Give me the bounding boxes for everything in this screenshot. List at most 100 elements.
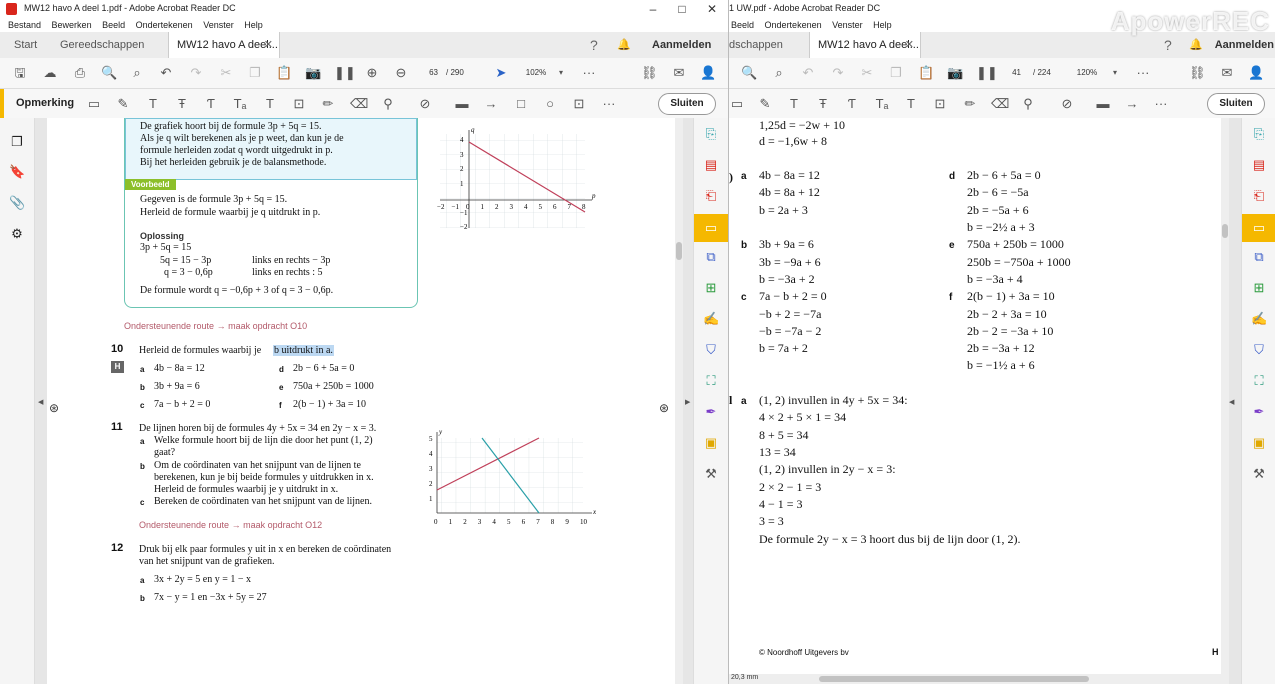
snapshot-icon[interactable]: 📷 bbox=[305, 65, 321, 81]
redo-icon[interactable]: ↷ bbox=[830, 65, 846, 81]
share-link-icon[interactable]: ⛓ bbox=[1189, 65, 1206, 81]
fill-sign-icon[interactable]: ✍ bbox=[1251, 311, 1267, 327]
more-icon[interactable]: ··· bbox=[601, 96, 617, 112]
chevron-down-icon[interactable]: ▾ bbox=[1107, 65, 1123, 81]
minimize-icon[interactable]: – bbox=[638, 0, 668, 18]
prev-page-icon[interactable]: ⊕ bbox=[364, 65, 380, 81]
insert-text-icon[interactable]: Tₐ bbox=[874, 96, 890, 112]
menu-help[interactable]: Help bbox=[244, 18, 263, 32]
highlight-icon[interactable]: ✎ bbox=[757, 96, 773, 112]
tab-document[interactable]: MW12 havo A deel... ✕ bbox=[168, 32, 280, 58]
circle-icon[interactable]: ○ bbox=[542, 96, 558, 112]
read-mode-icon[interactable]: ❚❚ bbox=[334, 65, 356, 81]
tab-start[interactable]: Start bbox=[14, 32, 37, 58]
bell-icon[interactable]: 🔔 bbox=[617, 32, 631, 58]
stamp-icon[interactable]: ⚲ bbox=[1020, 96, 1036, 112]
cut-icon[interactable]: ✂ bbox=[859, 65, 875, 81]
chevron-down-icon[interactable]: ▾ bbox=[553, 65, 569, 81]
create-pdf-icon[interactable]: ▤ bbox=[1251, 157, 1267, 173]
protect-icon[interactable]: ⛉ bbox=[1251, 342, 1267, 358]
send-sign-icon[interactable]: ✒ bbox=[703, 404, 719, 420]
collapse-right-icon[interactable]: ◀ bbox=[1229, 398, 1234, 406]
more-icon[interactable]: ··· bbox=[581, 65, 597, 81]
mail-icon[interactable]: ✉ bbox=[1219, 65, 1235, 81]
menu-ondertekenen[interactable]: Ondertekenen bbox=[765, 18, 822, 32]
fill-sign-icon[interactable]: ✍ bbox=[703, 311, 719, 327]
hscroll-thumb[interactable] bbox=[819, 676, 1089, 682]
tab-document[interactable]: MW12 havo A deel... ✕ bbox=[809, 32, 921, 58]
sticky-note-icon[interactable]: ▭ bbox=[729, 96, 745, 112]
undo-icon[interactable]: ↶ bbox=[158, 65, 174, 81]
line-icon[interactable]: ▬ bbox=[1095, 96, 1111, 112]
clipboard-icon[interactable]: 📋 bbox=[918, 65, 934, 81]
clipboard-icon[interactable]: 📋 bbox=[276, 65, 292, 81]
more-tools-icon[interactable]: ⚒ bbox=[1251, 466, 1267, 482]
send-sign-icon[interactable]: ✒ bbox=[1251, 404, 1267, 420]
next-page-icon[interactable]: ⊖ bbox=[393, 65, 409, 81]
help-icon[interactable]: ? bbox=[590, 32, 598, 58]
more-tools-icon[interactable]: ⚒ bbox=[703, 466, 719, 482]
vertical-scrollbar[interactable] bbox=[1221, 118, 1229, 684]
menu-help[interactable]: Help bbox=[873, 18, 892, 32]
pages-icon[interactable]: ❐ bbox=[9, 134, 25, 150]
pencil-icon[interactable]: ✏ bbox=[962, 96, 978, 112]
organize-pages-icon[interactable]: ⊞ bbox=[703, 280, 719, 296]
edit-pdf-icon[interactable]: ⎗ bbox=[1251, 188, 1267, 204]
replace-text-icon[interactable]: Ƭ bbox=[844, 96, 860, 112]
strikethrough-icon[interactable]: Ŧ bbox=[815, 96, 831, 112]
tab-close-icon[interactable]: ✕ bbox=[905, 32, 914, 58]
arrow-icon[interactable]: → bbox=[1124, 96, 1140, 112]
certificate-icon[interactable]: ▣ bbox=[1251, 435, 1267, 451]
strikethrough-icon[interactable]: Ŧ bbox=[174, 96, 190, 112]
collapse-left-icon[interactable]: ◀ bbox=[38, 398, 43, 406]
shape-more-icon[interactable]: ⊡ bbox=[571, 96, 587, 112]
close-icon[interactable]: ✕ bbox=[697, 0, 727, 18]
menu-beeld[interactable]: Beeld bbox=[102, 18, 125, 32]
snapshot-icon[interactable]: 📷 bbox=[947, 65, 963, 81]
scrollbar-thumb[interactable] bbox=[1222, 224, 1228, 238]
eraser-icon[interactable]: ⌫ bbox=[991, 96, 1009, 112]
search-icon[interactable]: 🔍 bbox=[741, 65, 757, 81]
horizontal-scrollbar[interactable]: 20,3 mm bbox=[729, 674, 1221, 684]
scan-icon[interactable]: ⛶ bbox=[703, 373, 719, 389]
menu-venster[interactable]: Venster bbox=[832, 18, 863, 32]
tab-tools[interactable]: dschappen bbox=[729, 32, 783, 58]
zoom-select[interactable]: 102% bbox=[522, 66, 550, 80]
create-pdf-icon[interactable]: ▤ bbox=[703, 157, 719, 173]
combine-files-icon[interactable]: ⧉ bbox=[1251, 249, 1267, 265]
maximize-icon[interactable]: □ bbox=[667, 0, 697, 18]
close-comment-button[interactable]: Sluiten bbox=[1207, 93, 1265, 115]
pencil-icon[interactable]: ✏ bbox=[320, 96, 336, 112]
insert-text-icon[interactable]: Tₐ bbox=[232, 96, 248, 112]
mail-icon[interactable]: ✉ bbox=[671, 65, 687, 81]
stamp-icon[interactable]: ⚲ bbox=[380, 96, 396, 112]
find-page-icon[interactable]: ⌕ bbox=[771, 65, 787, 81]
bookmark-icon[interactable]: 🔖 bbox=[9, 164, 25, 180]
find-page-icon[interactable]: ⌕ bbox=[129, 65, 145, 81]
more-icon[interactable]: ··· bbox=[1135, 65, 1151, 81]
underline-text-icon[interactable]: T bbox=[145, 96, 161, 112]
share-link-icon[interactable]: ⛓ bbox=[641, 65, 658, 81]
export-pdf-icon[interactable]: ⎘ bbox=[703, 126, 719, 142]
export-pdf-icon[interactable]: ⎘ bbox=[1251, 126, 1267, 142]
copy-icon[interactable]: ❐ bbox=[247, 65, 263, 81]
text-box-icon[interactable]: ⊡ bbox=[932, 96, 948, 112]
copy-icon[interactable]: ❐ bbox=[888, 65, 904, 81]
add-text-icon[interactable]: T bbox=[903, 96, 919, 112]
upload-cloud-icon[interactable]: ☁ bbox=[42, 65, 58, 81]
text-box-icon[interactable]: ⊡ bbox=[291, 96, 307, 112]
comment-tool-active[interactable]: ▭ bbox=[1242, 214, 1275, 242]
menu-beeld[interactable]: Beeld bbox=[731, 18, 754, 32]
page-number-input[interactable]: 41 bbox=[1001, 66, 1021, 80]
tab-tools[interactable]: Gereedschappen bbox=[60, 32, 144, 58]
menu-ondertekenen[interactable]: Ondertekenen bbox=[136, 18, 193, 32]
scan-icon[interactable]: ⛶ bbox=[1251, 373, 1267, 389]
attach-icon[interactable]: ⊘ bbox=[1059, 96, 1075, 112]
save-icon[interactable]: 🖫 bbox=[12, 65, 28, 81]
menu-bestand[interactable]: Bestand bbox=[8, 18, 41, 32]
support-route-o12[interactable]: Ondersteunende route → maak opdracht O12 bbox=[139, 520, 322, 530]
certificate-icon[interactable]: ▣ bbox=[703, 435, 719, 451]
combine-files-icon[interactable]: ⧉ bbox=[703, 249, 719, 265]
scrollbar-thumb[interactable] bbox=[676, 242, 682, 260]
eraser-icon[interactable]: ⌫ bbox=[350, 96, 368, 112]
